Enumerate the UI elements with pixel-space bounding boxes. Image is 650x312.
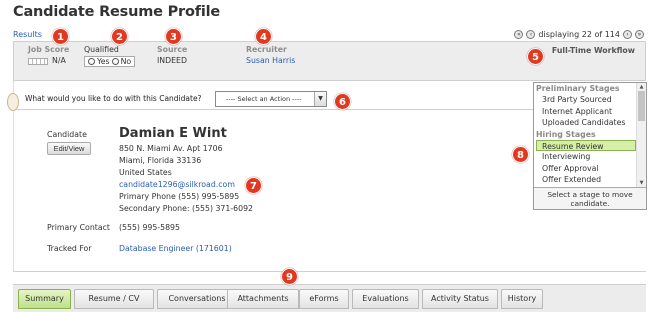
workflow-stage-panel: Preliminary Stages 3rd Party Sourced Int… <box>533 82 647 210</box>
content-bottom-divider <box>13 271 646 272</box>
callout-badge-5: 5 <box>527 48 544 65</box>
pager: « ‹ displaying 22 of 114 › » <box>514 30 644 39</box>
tab-attachments[interactable]: Attachments <box>227 289 299 309</box>
callout-badge-8: 8 <box>512 146 529 163</box>
source-field: Source INDEED <box>157 45 187 65</box>
candidate-address-line1: 850 N. Miami Av. Apt 1706 <box>119 144 223 153</box>
tab-evaluations[interactable]: Evaluations <box>352 289 419 309</box>
scrollbar-thumb[interactable] <box>638 91 645 121</box>
qualified-label: Qualified <box>84 45 119 54</box>
candidate-primary-phone: Primary Phone (555) 995-5895 <box>119 192 240 201</box>
prev-page-icon[interactable]: ‹ <box>526 30 536 39</box>
candidate-label: Candidate <box>47 130 87 139</box>
stage-list[interactable]: Preliminary Stages 3rd Party Sourced Int… <box>534 83 638 187</box>
qualified-yes-radio[interactable] <box>88 58 95 65</box>
candidate-info-panel: Job Score N/A Qualified Yes No Source IN… <box>13 41 646 81</box>
recruiter-label: Recruiter <box>246 45 287 54</box>
stage-item-offer-extended[interactable]: Offer Extended <box>534 174 638 186</box>
action-row: What would you like to do with this Cand… <box>7 90 533 111</box>
qualified-no-label: No <box>120 57 132 66</box>
stage-item-resume-review[interactable]: Resume Review <box>536 139 636 151</box>
scroll-up-icon[interactable]: ▲ <box>637 83 646 91</box>
next-page-icon[interactable]: › <box>623 30 632 39</box>
action-select-value: ---- Select an Action ---- <box>226 95 302 103</box>
page-title: Candidate Resume Profile <box>13 4 221 20</box>
pager-text: displaying 22 of 114 <box>538 30 620 39</box>
qualified-field: Qualified Yes No <box>84 45 136 67</box>
last-page-icon[interactable]: » <box>635 30 644 39</box>
candidate-name: Damian E Wint <box>119 126 227 141</box>
candidate-secondary-phone: Secondary Phone: (555) 371-6092 <box>119 204 254 213</box>
stage-help-text: Select a stage to move candidate. <box>534 187 646 209</box>
stage-item-3rd-party-sourced[interactable]: 3rd Party Sourced <box>534 94 638 106</box>
action-select[interactable]: ---- Select an Action ---- ▼ <box>215 91 327 107</box>
edit-view-button[interactable]: Edit/View <box>47 142 91 155</box>
tab-conversations[interactable]: Conversations <box>157 289 237 309</box>
source-label: Source <box>157 45 188 54</box>
callout-badge-4: 4 <box>255 28 272 45</box>
stage-item-uploaded-candidates[interactable]: Uploaded Candidates <box>534 117 638 129</box>
workflow-title: Full-Time Workflow <box>551 46 635 55</box>
qualified-yes-label: Yes <box>97 57 110 66</box>
tab-resume-cv[interactable]: Resume / CV <box>74 289 154 309</box>
job-score-meter <box>28 57 48 65</box>
first-page-icon[interactable]: « <box>514 30 524 39</box>
recruiter-link[interactable]: Susan Harris <box>246 56 295 65</box>
tracked-for-link[interactable]: Database Engineer (171601) <box>119 244 232 253</box>
job-score-field: Job Score N/A <box>28 45 69 65</box>
callout-badge-9: 9 <box>281 268 298 285</box>
stage-item-offer-approval[interactable]: Offer Approval <box>534 163 638 175</box>
tab-activity-status[interactable]: Activity Status <box>422 289 498 309</box>
results-link[interactable]: Results <box>13 30 42 39</box>
job-score-label: Job Score <box>28 45 70 54</box>
scroll-down-icon[interactable]: ▼ <box>637 179 646 187</box>
tracked-for-label: Tracked For <box>47 244 92 253</box>
action-question: What would you like to do with this Cand… <box>25 94 202 103</box>
callout-badge-1: 1 <box>52 28 69 45</box>
primary-contact-label: Primary Contact <box>47 223 110 232</box>
stage-list-scrollbar[interactable]: ▲ ▼ <box>636 83 646 187</box>
qualified-no-radio[interactable] <box>111 58 119 65</box>
qualified-radio-group: Yes No <box>84 56 136 67</box>
candidate-address-line2: Miami, Florida 33136 <box>119 156 202 165</box>
tab-history[interactable]: History <box>501 289 543 309</box>
profile-tabs: Summary Resume / CV Conversations Attach… <box>13 284 646 312</box>
candidate-email-link[interactable]: candidate1296@silkroad.com <box>119 180 235 189</box>
tab-eforms[interactable]: eForms <box>299 289 349 309</box>
stage-group-preliminary: Preliminary Stages <box>536 84 620 93</box>
callout-badge-3: 3 <box>165 28 182 45</box>
tab-summary[interactable]: Summary <box>18 289 71 309</box>
callout-badge-6: 6 <box>334 93 351 110</box>
recruiter-field: Recruiter Susan Harris <box>246 45 295 65</box>
chevron-down-icon[interactable]: ▼ <box>314 92 326 106</box>
job-score-value: N/A <box>52 56 66 65</box>
callout-badge-2: 2 <box>111 28 128 45</box>
stage-item-interviewing[interactable]: Interviewing <box>534 151 638 163</box>
primary-contact-value: (555) 995-5895 <box>119 223 180 232</box>
stage-group-hiring: Hiring Stages <box>536 129 596 139</box>
callout-badge-7: 7 <box>245 177 262 194</box>
stage-item-internet-applicant[interactable]: Internet Applicant <box>534 106 638 118</box>
action-panel-handle[interactable] <box>7 93 19 111</box>
candidate-country: United States <box>119 168 172 177</box>
source-value: INDEED <box>157 56 187 65</box>
